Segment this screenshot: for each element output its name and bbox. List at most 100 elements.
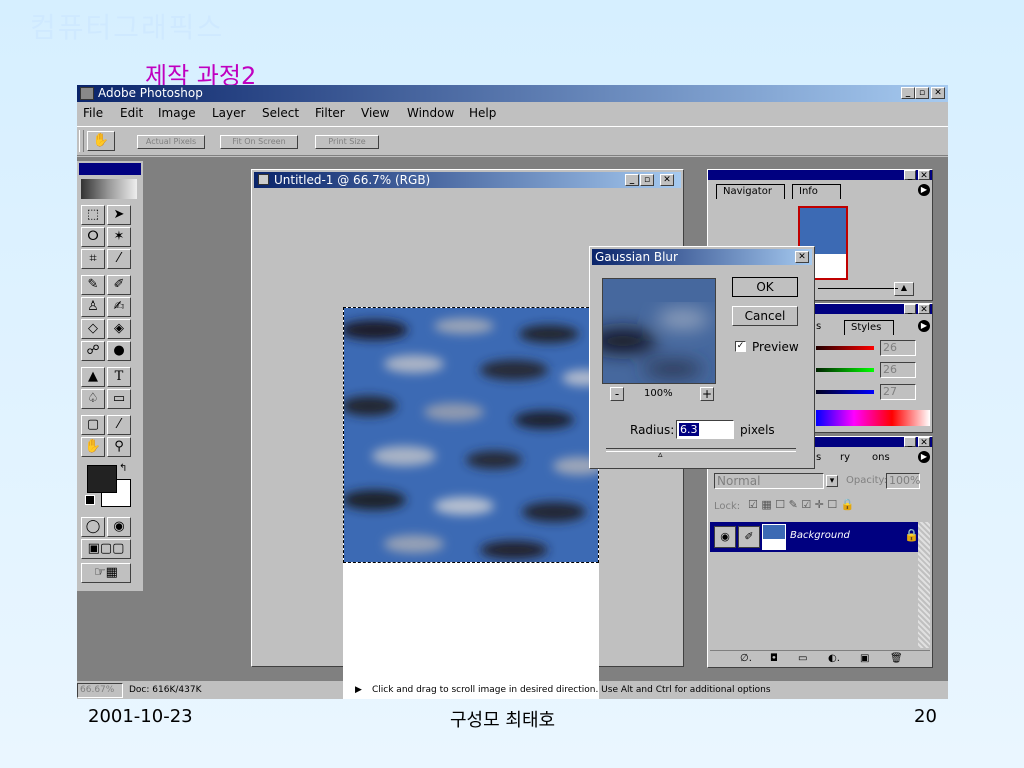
history-brush-icon[interactable]: ✍ — [107, 297, 131, 317]
tab-info[interactable]: Info — [792, 184, 841, 199]
pen-tool-icon[interactable]: ♤ — [81, 389, 105, 409]
type-tool-icon[interactable]: T — [107, 367, 131, 387]
jump-to-imageready-icon[interactable]: ☞▦ — [81, 563, 131, 583]
stamp-tool-icon[interactable]: ♙ — [81, 297, 105, 317]
minimize-button[interactable]: _ — [901, 87, 915, 99]
status-arrow-icon[interactable]: ▶ — [355, 682, 362, 699]
layer-row-background[interactable]: ◉ ✐ Background 🔒 — [710, 522, 919, 552]
zoom-tool-icon[interactable]: ⚲ — [107, 437, 131, 457]
cancel-button[interactable]: Cancel — [732, 306, 798, 326]
tab-navigator[interactable]: Navigator — [716, 184, 785, 199]
app-title-bar[interactable]: Adobe Photoshop _ ▫ ✕ — [77, 85, 948, 102]
panel-menu-icon[interactable]: ▶ — [918, 184, 930, 196]
trash-icon[interactable]: 🗑 — [890, 651, 903, 667]
hand-tool-box-icon[interactable]: ✋ — [81, 437, 105, 457]
layer-mask-icon[interactable]: ◘ — [770, 651, 778, 667]
tab-swatches-fragment[interactable]: s — [816, 320, 821, 334]
new-layer-icon[interactable]: ▣ — [860, 651, 869, 667]
dodge-tool-icon[interactable]: ● — [107, 341, 131, 361]
print-size-button[interactable]: Print Size — [315, 135, 379, 149]
slice-tool-icon[interactable]: ⁄ — [107, 249, 131, 269]
menu-help[interactable]: Help — [469, 102, 496, 124]
new-set-icon[interactable]: ▭ — [798, 651, 807, 667]
gaussian-blur-title-bar[interactable]: Gaussian Blur ✕ — [592, 249, 812, 265]
eyedropper-tool-icon[interactable]: ⁄ — [107, 415, 131, 435]
swap-colors-icon[interactable]: ↰ — [119, 463, 127, 474]
quick-mask-icon[interactable]: ◉ — [107, 517, 131, 537]
red-slider[interactable] — [816, 346, 874, 350]
navigator-minimize-button[interactable]: _ — [904, 170, 916, 181]
blue-slider[interactable] — [816, 390, 874, 394]
layer-visibility-eye-icon[interactable]: ◉ — [714, 526, 736, 548]
tab-styles[interactable]: Styles — [844, 320, 895, 335]
toolbox-title-bar[interactable] — [79, 163, 141, 175]
preview-checkbox[interactable]: ✓ — [735, 341, 746, 352]
options-bar-grip[interactable] — [79, 130, 84, 152]
color-ramp[interactable] — [816, 410, 930, 426]
tab-actions-fragment[interactable]: ons — [872, 451, 890, 465]
navigator-zoom-slider[interactable] — [818, 288, 898, 289]
layers-close-button[interactable]: ✕ — [918, 437, 930, 448]
blend-mode-select[interactable]: Normal — [714, 473, 824, 489]
lasso-tool-icon[interactable]: ⵔ — [81, 227, 105, 247]
hand-tool-icon[interactable]: ✋ — [87, 131, 115, 151]
maximize-button[interactable]: ▫ — [915, 87, 929, 99]
menu-edit[interactable]: Edit — [120, 102, 143, 124]
layers-panel-menu-icon[interactable]: ▶ — [918, 451, 930, 463]
lock-options-icons[interactable]: ☑ ▦ ☐ ✎ ☑ ✛ ☐ 🔒 — [748, 498, 854, 511]
notes-tool-icon[interactable]: ▢ — [81, 415, 105, 435]
screen-mode-icons[interactable]: ▣▢▢ — [81, 539, 131, 559]
status-doc-size[interactable]: Doc: 616K/437K — [129, 682, 201, 699]
brush-tool-icon[interactable]: ✐ — [107, 275, 131, 295]
magic-wand-icon[interactable]: ✶ — [107, 227, 131, 247]
smudge-tool-icon[interactable]: ☍ — [81, 341, 105, 361]
blend-mode-dropdown-icon[interactable]: ▾ — [826, 475, 838, 487]
green-slider[interactable] — [816, 368, 874, 372]
opacity-field[interactable]: 100% — [886, 473, 920, 489]
marquee-tool-icon[interactable]: ⬚ — [81, 205, 105, 225]
blue-value-field[interactable]: 27 — [880, 384, 916, 400]
move-tool-icon[interactable]: ➤ — [107, 205, 131, 225]
blurred-clouds-selection[interactable] — [343, 307, 599, 563]
red-value-field[interactable]: 26 — [880, 340, 916, 356]
menu-image[interactable]: Image — [158, 102, 196, 124]
feather-logo-icon[interactable] — [81, 179, 137, 199]
dialog-close-button[interactable]: ✕ — [795, 251, 809, 263]
menu-window[interactable]: Window — [407, 102, 454, 124]
layer-brush-icon[interactable]: ✐ — [738, 526, 760, 548]
eraser-tool-icon[interactable]: ◇ — [81, 319, 105, 339]
menu-file[interactable]: File — [83, 102, 103, 124]
navigator-panel-bar[interactable] — [708, 170, 932, 180]
layers-minimize-button[interactable]: _ — [904, 437, 916, 448]
healing-brush-icon[interactable]: ✎ — [81, 275, 105, 295]
menu-layer[interactable]: Layer — [212, 102, 245, 124]
shape-tool-icon[interactable]: ▭ — [107, 389, 131, 409]
layer-style-icon[interactable]: ∅. — [740, 651, 752, 667]
close-button[interactable]: ✕ — [931, 87, 945, 99]
document-title-bar[interactable]: Untitled-1 @ 66.7% (RGB) _ ▫ ✕ — [254, 172, 681, 188]
standard-mode-icon[interactable]: ◯ — [81, 517, 105, 537]
navigator-close-button[interactable]: ✕ — [918, 170, 930, 181]
crop-tool-icon[interactable]: ⌗ — [81, 249, 105, 269]
status-zoom-field[interactable]: 66.67% — [77, 683, 123, 698]
tab-layers-fragment[interactable]: s — [816, 451, 821, 465]
radius-slider-track[interactable] — [606, 448, 796, 452]
menu-view[interactable]: View — [361, 102, 389, 124]
doc-maximize-button[interactable]: ▫ — [640, 174, 654, 186]
color-panel-menu-icon[interactable]: ▶ — [918, 320, 930, 332]
actual-pixels-button[interactable]: Actual Pixels — [137, 135, 205, 149]
color-minimize-button[interactable]: _ — [904, 304, 916, 315]
foreground-color-front[interactable] — [87, 465, 117, 493]
zoom-in-button[interactable]: + — [700, 387, 714, 401]
menu-filter[interactable]: Filter — [315, 102, 345, 124]
blur-preview[interactable] — [602, 278, 716, 384]
color-close-button[interactable]: ✕ — [918, 304, 930, 315]
paint-bucket-icon[interactable]: ◈ — [107, 319, 131, 339]
tab-history-fragment[interactable]: ry — [840, 451, 850, 465]
zoom-out-button[interactable]: - — [610, 387, 624, 401]
fit-on-screen-button[interactable]: Fit On Screen — [220, 135, 298, 149]
selection-tool-icon[interactable]: ▲ — [81, 367, 105, 387]
ok-button[interactable]: OK — [732, 277, 798, 297]
doc-close-button[interactable]: ✕ — [660, 174, 674, 186]
doc-minimize-button[interactable]: _ — [625, 174, 639, 186]
